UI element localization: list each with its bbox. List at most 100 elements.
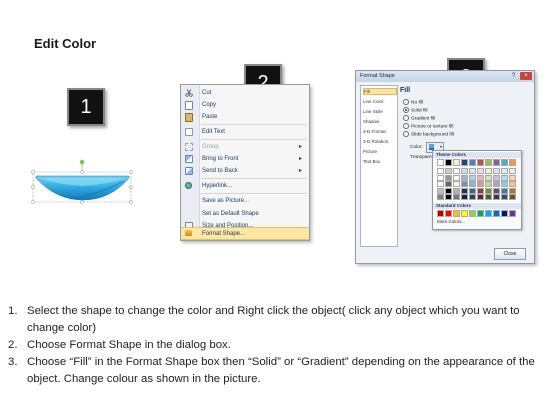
- color-swatch[interactable]: [461, 168, 468, 174]
- color-swatch[interactable]: [509, 181, 516, 187]
- standard-color-swatch[interactable]: [453, 210, 460, 217]
- menu-item-send-to-back[interactable]: Send to Back ▸: [181, 165, 309, 177]
- resize-handle[interactable]: [31, 170, 35, 174]
- standard-color-swatch[interactable]: [477, 210, 484, 217]
- color-swatch[interactable]: [485, 174, 492, 181]
- resize-handle[interactable]: [80, 170, 84, 174]
- color-swatch[interactable]: [493, 168, 500, 174]
- color-swatch[interactable]: [461, 187, 468, 194]
- color-swatch[interactable]: [493, 174, 500, 181]
- color-swatch[interactable]: [437, 168, 444, 174]
- color-swatch[interactable]: [501, 187, 508, 194]
- color-swatch[interactable]: [501, 168, 508, 174]
- color-swatch[interactable]: [509, 194, 516, 200]
- color-swatch[interactable]: [453, 159, 460, 166]
- resize-handle[interactable]: [80, 200, 84, 204]
- standard-color-swatch[interactable]: [437, 210, 444, 217]
- resize-handle[interactable]: [129, 170, 133, 174]
- color-swatch[interactable]: [445, 194, 452, 200]
- color-swatch[interactable]: [501, 181, 508, 187]
- color-swatch[interactable]: [461, 181, 468, 187]
- color-swatch[interactable]: [501, 194, 508, 200]
- color-swatch[interactable]: [509, 168, 516, 174]
- menu-item-copy[interactable]: Copy: [181, 99, 309, 111]
- resize-handle[interactable]: [31, 185, 35, 189]
- nav-item-3d-rotation[interactable]: 3-D Rotation: [363, 139, 395, 144]
- color-swatch[interactable]: [469, 187, 476, 194]
- menu-item-paste[interactable]: Paste: [181, 111, 309, 123]
- standard-color-swatch[interactable]: [461, 210, 468, 217]
- color-swatch[interactable]: [437, 159, 444, 166]
- menu-item-cut[interactable]: Cut: [181, 87, 309, 99]
- menu-item-bring-to-front[interactable]: Bring to Front ▸: [181, 153, 309, 165]
- color-swatch[interactable]: [469, 194, 476, 200]
- nav-item-text-box[interactable]: Text Box: [363, 159, 395, 164]
- standard-color-swatch[interactable]: [509, 210, 516, 217]
- color-swatch[interactable]: [485, 159, 492, 166]
- color-swatch[interactable]: [493, 159, 500, 166]
- menu-item-edit-text[interactable]: Edit Text: [181, 126, 309, 138]
- resize-handle[interactable]: [129, 200, 133, 204]
- color-swatch[interactable]: [493, 194, 500, 200]
- close-button[interactable]: Close: [494, 248, 526, 260]
- color-swatch[interactable]: [445, 181, 452, 187]
- menu-item-hyperlink[interactable]: Hyperlink...: [181, 180, 309, 192]
- nav-item-3d-format[interactable]: 3-D Format: [363, 129, 395, 134]
- standard-color-swatch[interactable]: [501, 210, 508, 217]
- standard-color-swatch[interactable]: [469, 210, 476, 217]
- color-swatch[interactable]: [453, 194, 460, 200]
- menu-item-set-default-shape[interactable]: Set as Default Shape: [181, 208, 309, 220]
- color-swatch[interactable]: [485, 168, 492, 174]
- radio-solid-fill[interactable]: Solid fill: [403, 107, 428, 113]
- color-swatch[interactable]: [477, 159, 484, 166]
- color-swatch[interactable]: [453, 168, 460, 174]
- color-swatch[interactable]: [485, 181, 492, 187]
- close-x-button[interactable]: ×: [520, 72, 532, 80]
- radio-slide-background-fill[interactable]: Slide background fill: [403, 131, 454, 137]
- color-swatch[interactable]: [509, 187, 516, 194]
- color-swatch[interactable]: [509, 174, 516, 181]
- color-swatch[interactable]: [485, 194, 492, 200]
- menu-item-group[interactable]: Group ▸: [181, 141, 309, 153]
- nav-item-shadow[interactable]: Shadow: [363, 119, 395, 124]
- color-swatch[interactable]: [437, 187, 444, 194]
- color-swatch[interactable]: [501, 159, 508, 166]
- nav-item-line-color[interactable]: Line Color: [363, 99, 395, 104]
- color-swatch[interactable]: [445, 187, 452, 194]
- standard-color-swatch[interactable]: [493, 210, 500, 217]
- color-swatch[interactable]: [477, 187, 484, 194]
- radio-no-fill[interactable]: No fill: [403, 99, 423, 105]
- radio-picture-fill[interactable]: Picture or texture fill: [403, 123, 453, 129]
- color-swatch[interactable]: [477, 174, 484, 181]
- resize-handle[interactable]: [31, 200, 35, 204]
- color-swatch[interactable]: [437, 194, 444, 200]
- nav-item-line-style[interactable]: Line Style: [363, 109, 395, 114]
- color-swatch[interactable]: [453, 187, 460, 194]
- color-swatch[interactable]: [437, 181, 444, 187]
- color-swatch[interactable]: [493, 181, 500, 187]
- color-swatch[interactable]: [469, 181, 476, 187]
- color-swatch[interactable]: [461, 174, 468, 181]
- standard-color-swatch[interactable]: [445, 210, 452, 217]
- color-swatch[interactable]: [469, 168, 476, 174]
- nav-item-fill[interactable]: Fill: [363, 88, 397, 95]
- color-swatch[interactable]: [509, 159, 516, 166]
- color-swatch[interactable]: [445, 159, 452, 166]
- color-swatch[interactable]: [477, 181, 484, 187]
- nav-item-picture[interactable]: Picture: [363, 149, 395, 154]
- menu-item-format-shape[interactable]: Format Shape...: [181, 227, 309, 240]
- color-swatch[interactable]: [445, 174, 452, 181]
- menu-item-save-as-picture[interactable]: Save as Picture...: [181, 195, 309, 207]
- more-colors-link[interactable]: More Colors...: [437, 219, 465, 224]
- color-swatch[interactable]: [493, 187, 500, 194]
- color-swatch[interactable]: [461, 159, 468, 166]
- color-swatch[interactable]: [477, 194, 484, 200]
- color-swatch[interactable]: [437, 174, 444, 181]
- resize-handle[interactable]: [129, 185, 133, 189]
- color-swatch[interactable]: [501, 174, 508, 181]
- standard-color-swatch[interactable]: [485, 210, 492, 217]
- color-swatch[interactable]: [461, 194, 468, 200]
- color-swatch[interactable]: [485, 187, 492, 194]
- color-swatch[interactable]: [453, 174, 460, 181]
- color-swatch[interactable]: [453, 181, 460, 187]
